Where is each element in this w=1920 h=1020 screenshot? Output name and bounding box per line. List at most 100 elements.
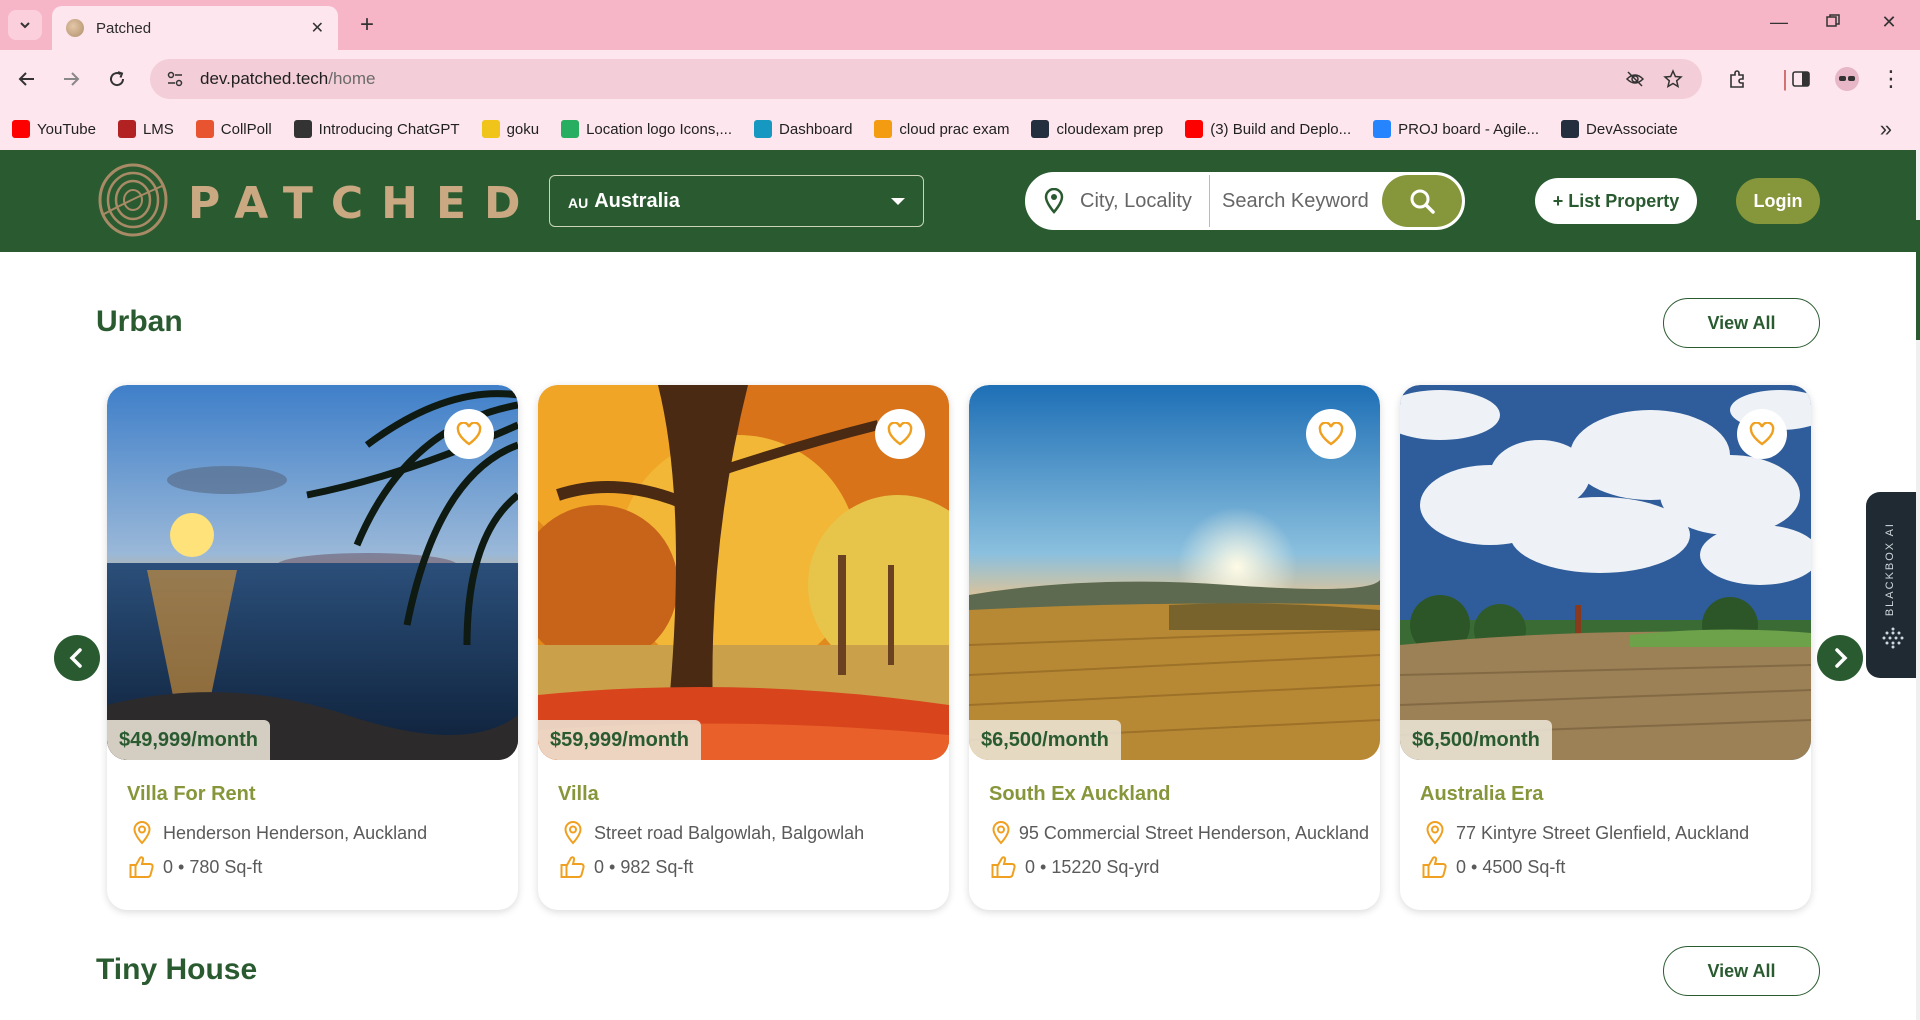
bookmark-label: DevAssociate <box>1586 120 1678 138</box>
city-input[interactable]: City, Locality <box>1080 175 1210 227</box>
property-title[interactable]: Villa <box>558 783 599 806</box>
property-image[interactable]: $6,500/month <box>1400 385 1811 760</box>
bookmark-label: Location logo Icons,... <box>586 120 733 138</box>
bookmark-item[interactable]: CollPoll <box>195 120 272 138</box>
bookmark-label: goku <box>506 120 540 138</box>
chevron-right-icon <box>1835 648 1848 668</box>
back-button[interactable] <box>12 64 42 94</box>
thumbs-up-icon[interactable] <box>989 855 1019 879</box>
favorite-button[interactable] <box>1737 409 1787 459</box>
bookmark-item[interactable]: (3) Build and Deplo... <box>1185 120 1351 138</box>
browser-tab[interactable]: Patched ✕ <box>52 6 338 50</box>
bookmark-label: Introducing ChatGPT <box>318 120 460 138</box>
property-card[interactable]: $59,999/month Villa Street road Balgowla… <box>538 385 949 910</box>
forward-button[interactable] <box>56 64 86 94</box>
property-meta-text: 0 • 780 Sq-ft <box>163 856 263 877</box>
bookmark-star-icon[interactable] <box>1660 68 1686 90</box>
price-tag: $6,500/month <box>969 720 1121 760</box>
scrollbar-thumb[interactable] <box>1916 220 1920 340</box>
thumbs-up-icon[interactable] <box>127 855 157 879</box>
close-window-icon[interactable]: ✕ <box>1876 12 1902 33</box>
thumbs-up-icon[interactable] <box>558 855 588 879</box>
restore-icon[interactable] <box>1820 12 1846 33</box>
patched-logo-icon[interactable] <box>96 162 170 238</box>
location-pin-icon <box>1420 821 1450 845</box>
eye-slash-icon[interactable] <box>1622 68 1648 90</box>
bookmark-favicon-icon <box>754 120 773 138</box>
extensions-icon[interactable] <box>1722 64 1752 94</box>
property-title[interactable]: Villa For Rent <box>127 783 256 806</box>
site-info-icon[interactable] <box>164 68 186 90</box>
tab-search-button[interactable] <box>8 10 42 40</box>
address-bar[interactable]: dev.patched.tech/home <box>150 59 1702 99</box>
carousel-prev-button[interactable] <box>54 635 100 681</box>
bookmark-favicon-icon <box>1185 120 1204 138</box>
property-card[interactable]: $6,500/month Australia Era 77 Kintyre St… <box>1400 385 1811 910</box>
property-address-text: Street road Balgowlah, Balgowlah <box>594 822 865 843</box>
blackbox-label: BLACKBOX AI <box>1884 522 1896 617</box>
bookmark-label: cloud prac exam <box>899 120 1010 138</box>
property-address: 95 Commercial Street Henderson, Auckland <box>989 821 1369 845</box>
bookmark-item[interactable]: Introducing ChatGPT <box>293 120 460 138</box>
blackbox-ai-tab[interactable]: BLACKBOX AI <box>1866 492 1920 678</box>
browser-menu-icon[interactable]: ⋮ <box>1876 64 1906 94</box>
bookmark-favicon-icon <box>293 120 312 138</box>
bookmarks-bar: YouTube LMS CollPoll Introducing ChatGPT gok… <box>0 108 1920 150</box>
bookmark-favicon-icon <box>1561 120 1580 138</box>
favorite-button[interactable] <box>875 409 925 459</box>
site-header: PATCHED AU Australia City, Locality Sear… <box>0 150 1916 252</box>
carousel-next-button[interactable] <box>1817 635 1863 681</box>
reload-button[interactable] <box>102 64 132 94</box>
bookmark-item[interactable]: YouTube <box>12 120 96 138</box>
bookmark-label: cloudexam prep <box>1056 120 1164 138</box>
bookmark-item[interactable]: Dashboard <box>754 120 852 138</box>
bookmark-label: YouTube <box>37 120 96 138</box>
search-button[interactable] <box>1382 175 1462 227</box>
bookmark-label: (3) Build and Deplo... <box>1210 120 1352 138</box>
property-card[interactable]: $49,999/month Villa For Rent Henderson H… <box>107 385 518 910</box>
more-bookmarks-icon[interactable]: » <box>1880 116 1892 142</box>
view-all-tiny-house-button[interactable]: View All <box>1663 946 1820 996</box>
close-tab-icon[interactable]: ✕ <box>311 18 324 38</box>
bookmark-label: LMS <box>142 120 174 138</box>
bookmark-item[interactable]: cloudexam prep <box>1031 120 1163 138</box>
property-image[interactable]: $59,999/month <box>538 385 949 760</box>
bookmark-item[interactable]: cloud prac exam <box>874 120 1009 138</box>
side-panel-icon[interactable] <box>1786 64 1816 94</box>
caret-down-icon <box>891 197 905 205</box>
property-address: 77 Kintyre Street Glenfield, Auckland <box>1420 821 1800 845</box>
property-card[interactable]: $6,500/month South Ex Auckland 95 Commer… <box>969 385 1380 910</box>
minimize-icon[interactable]: — <box>1766 12 1792 33</box>
property-title[interactable]: Australia Era <box>1420 783 1543 806</box>
bookmark-item[interactable]: goku <box>481 120 540 138</box>
price-tag: $6,500/month <box>1400 720 1552 760</box>
new-tab-button[interactable]: + <box>352 10 382 40</box>
favorite-button[interactable] <box>1306 409 1356 459</box>
bookmark-item[interactable]: LMS <box>117 120 174 138</box>
search-icon <box>1410 189 1435 214</box>
favorite-button[interactable] <box>444 409 494 459</box>
logo-text[interactable]: PATCHED <box>188 178 539 229</box>
property-image[interactable]: $49,999/month <box>107 385 518 760</box>
bookmark-item[interactable]: PROJ board - Agile... <box>1373 120 1539 138</box>
profile-avatar[interactable] <box>1832 64 1862 94</box>
blackbox-logo-icon <box>1882 627 1904 649</box>
location-pin-icon <box>1028 188 1080 214</box>
keyword-input[interactable]: Search Keyword <box>1210 190 1382 213</box>
country-select[interactable]: AU Australia <box>549 175 924 227</box>
bookmark-item[interactable]: DevAssociate <box>1561 120 1678 138</box>
heart-icon <box>887 422 913 446</box>
login-button[interactable]: Login <box>1736 178 1820 224</box>
view-all-urban-button[interactable]: View All <box>1663 298 1820 348</box>
thumbs-up-icon[interactable] <box>1420 855 1450 879</box>
heart-icon <box>1749 422 1775 446</box>
bookmark-favicon-icon <box>117 120 136 138</box>
heart-icon <box>1318 422 1344 446</box>
list-property-button[interactable]: + List Property <box>1535 178 1697 224</box>
property-image[interactable]: $6,500/month <box>969 385 1380 760</box>
bookmark-label: PROJ board - Agile... <box>1398 120 1540 138</box>
property-title[interactable]: South Ex Auckland <box>989 783 1171 806</box>
bookmark-item[interactable]: Location logo Icons,... <box>561 120 732 138</box>
bookmark-favicon-icon <box>874 120 893 138</box>
property-meta-text: 0 • 15220 Sq-yrd <box>1025 856 1160 877</box>
